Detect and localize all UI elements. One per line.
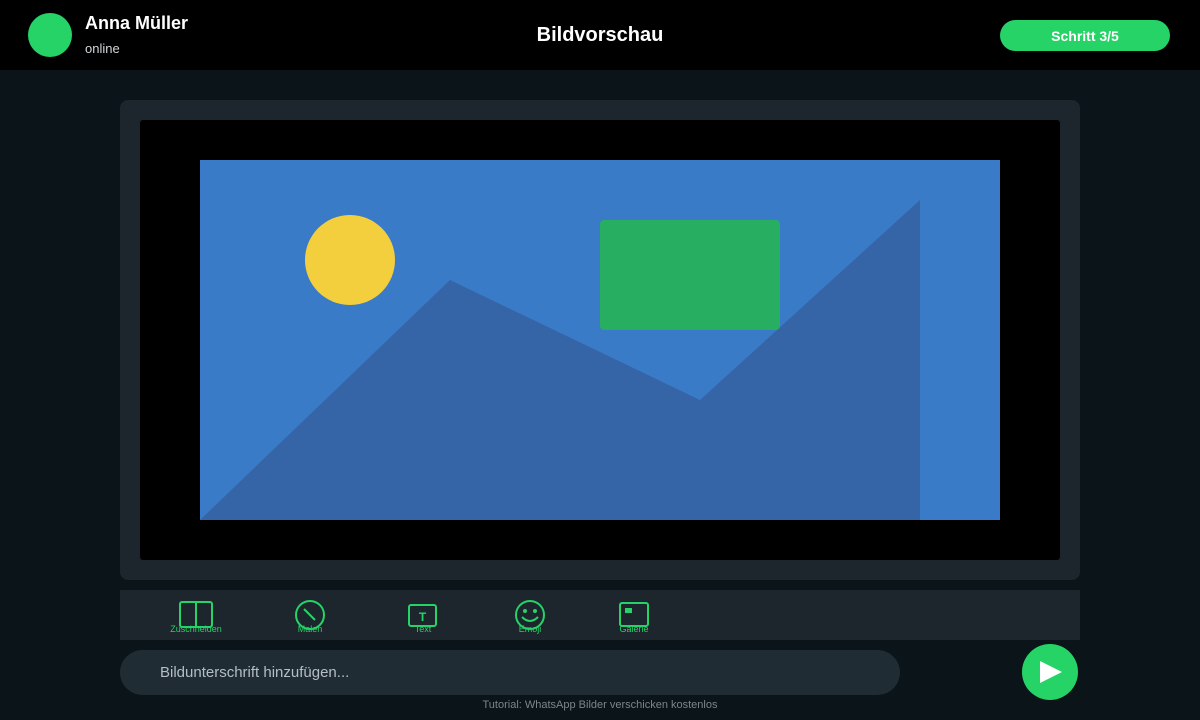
send-icon xyxy=(1040,661,1062,683)
caption-input[interactable] xyxy=(120,650,900,695)
step-badge: Schritt 3/5 xyxy=(1000,20,1170,51)
tool-label: Zuschneiden xyxy=(170,624,222,634)
tool-gallery[interactable]: Galerie xyxy=(589,600,679,640)
tool-paint[interactable]: Malen xyxy=(265,600,355,640)
footer-note: Tutorial: WhatsApp Bilder verschicken ko… xyxy=(482,699,718,711)
edit-toolbar: Zuschneiden Malen T Text Emoji Galerie xyxy=(120,590,1080,640)
tool-emoji[interactable]: Emoji xyxy=(485,600,575,640)
svg-text:T: T xyxy=(419,610,427,624)
tool-crop[interactable]: Zuschneiden xyxy=(151,600,241,640)
send-button[interactable] xyxy=(1022,644,1078,700)
image-green-rectangle xyxy=(600,220,780,330)
top-bar: Anna Müller online Bildvorschau Schritt … xyxy=(0,0,1200,70)
tool-label: Text xyxy=(414,624,432,634)
tool-label: Galerie xyxy=(619,624,649,634)
tool-label: Malen xyxy=(297,624,323,634)
tool-text[interactable]: T Text xyxy=(378,600,468,640)
image-sun xyxy=(305,215,395,305)
preview-image xyxy=(200,160,1000,520)
tool-label: Emoji xyxy=(518,624,542,634)
